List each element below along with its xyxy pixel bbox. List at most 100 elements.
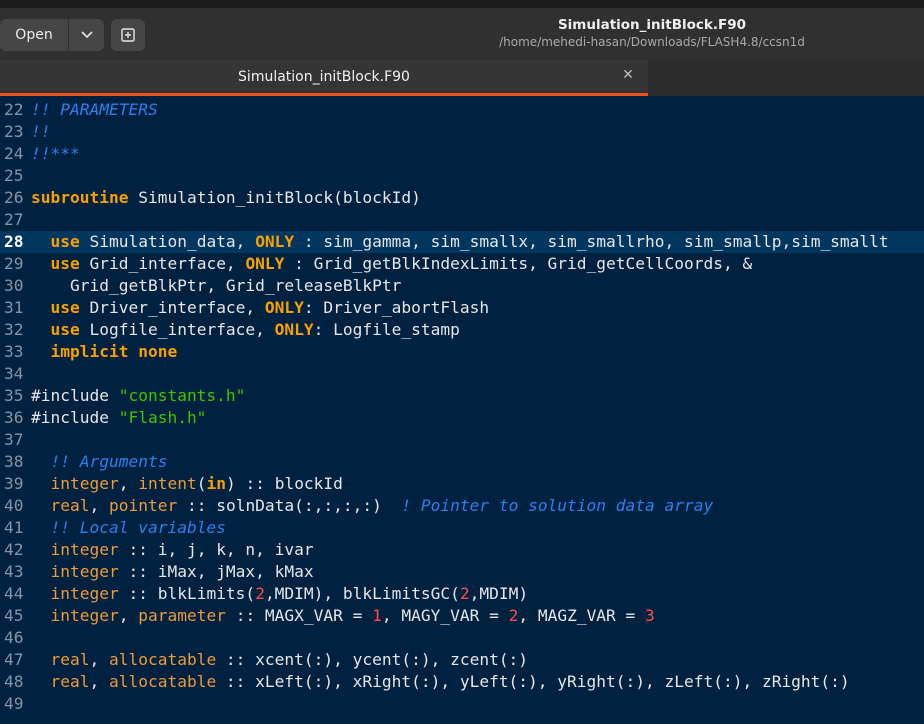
code-line[interactable]: 44 integer :: blkLimits(2,MDIM), blkLimi… bbox=[0, 583, 924, 605]
code-token-type: intent bbox=[138, 474, 197, 493]
line-number: 32 bbox=[4, 320, 24, 339]
line-number: 48 bbox=[4, 672, 24, 691]
line-number: 27 bbox=[4, 210, 24, 229]
code-line[interactable]: 48 real, allocatable :: xLeft(:), xRight… bbox=[0, 671, 924, 693]
code-token-plain: , bbox=[89, 496, 109, 515]
code-line[interactable]: 38 !! Arguments bbox=[0, 451, 924, 473]
code-token-number: 1 bbox=[372, 606, 382, 625]
code-token-keyword: implicit none bbox=[50, 342, 178, 361]
code-token-type: integer bbox=[50, 474, 119, 493]
code-line[interactable]: 29 use Grid_interface, ONLY : Grid_getBl… bbox=[0, 253, 924, 275]
code-token-plain: , bbox=[89, 650, 109, 669]
close-icon[interactable]: ✕ bbox=[620, 67, 636, 83]
code-line[interactable]: 27 bbox=[0, 209, 924, 231]
code-editor[interactable]: 22!! PARAMETERS 23!! 24 !!*** 25 26 subroutine… bbox=[0, 96, 924, 724]
open-button-group: Open bbox=[0, 19, 104, 51]
line-number: 34 bbox=[4, 364, 24, 383]
code-token-plain: :: MAGX_VAR = bbox=[225, 606, 373, 625]
code-line[interactable]: 28 use Simulation_data, ONLY : sim_gamma… bbox=[0, 231, 924, 253]
line-number: 49 bbox=[4, 694, 24, 713]
code-line[interactable]: 40 real, pointer :: solnData(:,:,:,:) ! … bbox=[0, 495, 924, 517]
code-token-number: 2 bbox=[459, 584, 470, 603]
code-token-plain: :: i, j, k, n, ivar bbox=[118, 540, 314, 559]
code-token-plain: Logfile_interface, bbox=[79, 320, 275, 339]
code-token-type: integer bbox=[50, 540, 119, 559]
code-token-pre: #include bbox=[31, 386, 119, 405]
code-line[interactable]: 46 bbox=[0, 627, 924, 649]
code-line[interactable]: 30 Grid_getBlkPtr, Grid_releaseBlkPtr bbox=[0, 275, 924, 297]
header-bar: Open Simulation_initBlock.F90 /home/mehe… bbox=[0, 8, 924, 60]
code-line[interactable]: 42 integer :: i, j, k, n, ivar bbox=[0, 539, 924, 561]
code-token-string: "Flash.h" bbox=[118, 408, 207, 427]
code-line[interactable]: 35 #include "constants.h" bbox=[0, 385, 924, 407]
code-line[interactable]: 36 #include "Flash.h" bbox=[0, 407, 924, 429]
code-token-type: real bbox=[50, 672, 90, 691]
code-line[interactable]: 33 implicit none bbox=[0, 341, 924, 363]
document-title: Simulation_initBlock.F90 bbox=[557, 17, 747, 33]
code-token-plain: , bbox=[89, 672, 109, 691]
code-token-plain: ,MDIM) bbox=[469, 584, 529, 603]
code-line[interactable]: 47 real, allocatable :: xcent(:), ycent(… bbox=[0, 649, 924, 671]
code-token-comment: !! Local variables bbox=[50, 518, 226, 537]
code-token-comment: !! PARAMETERS bbox=[31, 100, 158, 119]
tab-simulation-initblock[interactable]: Simulation_initBlock.F90 ✕ bbox=[0, 60, 648, 96]
code-line[interactable]: 41 !! Local variables bbox=[0, 517, 924, 539]
code-line[interactable]: 43 integer :: iMax, jMax, kMax bbox=[0, 561, 924, 583]
code-token-keyword: ONLY bbox=[255, 232, 295, 251]
code-line[interactable]: 32 use Logfile_interface, ONLY: Logfile_… bbox=[0, 319, 924, 341]
code-token-keyword: use bbox=[50, 254, 80, 273]
code-line[interactable]: 24 !!*** bbox=[0, 143, 924, 165]
code-text: use Grid_interface, ONLY : Grid_getBlkIn… bbox=[31, 253, 753, 275]
code-token-comment: !!*** bbox=[31, 144, 80, 163]
code-line[interactable]: 26 subroutine Simulation_initBlock(blockI… bbox=[0, 187, 924, 209]
code-token-keyword: ONLY bbox=[274, 320, 314, 339]
code-line[interactable]: 39 integer, intent(in) :: blockId bbox=[0, 473, 924, 495]
code-token-keyword: ONLY bbox=[264, 298, 304, 317]
line-number: 30 bbox=[4, 276, 24, 295]
line-number: 43 bbox=[4, 562, 24, 581]
code-text: integer :: blkLimits(2,MDIM), blkLimitsG… bbox=[31, 583, 529, 605]
line-number: 26 bbox=[4, 188, 24, 207]
code-line[interactable]: 34 bbox=[0, 363, 924, 385]
code-token-plain: :: blkLimits( bbox=[118, 584, 256, 603]
code-token-plain: Driver_interface, bbox=[79, 298, 265, 317]
code-line[interactable]: 22 !! PARAMETERS bbox=[0, 99, 924, 121]
code-text: Grid_getBlkPtr, Grid_releaseBlkPtr bbox=[31, 275, 401, 297]
code-token-plain: , MAGZ_VAR = bbox=[518, 606, 646, 625]
new-tab-icon bbox=[121, 28, 135, 42]
line-number: 39 bbox=[4, 474, 24, 493]
open-button[interactable]: Open bbox=[0, 19, 68, 51]
code-line[interactable]: 45 integer, parameter :: MAGX_VAR = 1, M… bbox=[0, 605, 924, 627]
code-token-number: 2 bbox=[255, 584, 265, 603]
code-token-comment: !! bbox=[31, 122, 51, 141]
tab-label: Simulation_initBlock.F90 bbox=[238, 69, 410, 85]
code-line[interactable]: 25 bbox=[0, 165, 924, 187]
code-line[interactable]: 49 bbox=[0, 693, 924, 715]
code-line[interactable]: 37 bbox=[0, 429, 924, 451]
line-number: 24 bbox=[4, 144, 24, 163]
line-number: 46 bbox=[4, 628, 24, 647]
document-path: /home/mehedi-hasan/Downloads/FLASH4.8/cc… bbox=[499, 35, 805, 49]
code-line[interactable]: 23!! bbox=[0, 121, 924, 143]
code-token-type: integer bbox=[50, 584, 119, 603]
code-token-plain: , MAGY_VAR = bbox=[381, 606, 509, 625]
code-token-plain: Simulation_initBlock(blockId) bbox=[128, 188, 421, 207]
new-tab-button[interactable] bbox=[111, 19, 145, 51]
open-dropdown-button[interactable] bbox=[68, 19, 104, 51]
line-number: 44 bbox=[4, 584, 24, 603]
code-token-plain: , bbox=[118, 474, 139, 493]
code-text: integer :: iMax, jMax, kMax bbox=[31, 561, 314, 583]
code-text: real, pointer :: solnData(:,:,:,:) ! Poi… bbox=[31, 495, 714, 517]
line-number: 37 bbox=[4, 430, 24, 449]
code-line[interactable]: 31 use Driver_interface, ONLY: Driver_ab… bbox=[0, 297, 924, 319]
chevron-down-icon bbox=[80, 31, 93, 39]
code-token-plain: :: solnData(:,:,:,:) bbox=[177, 496, 402, 515]
line-number: 33 bbox=[4, 342, 24, 361]
